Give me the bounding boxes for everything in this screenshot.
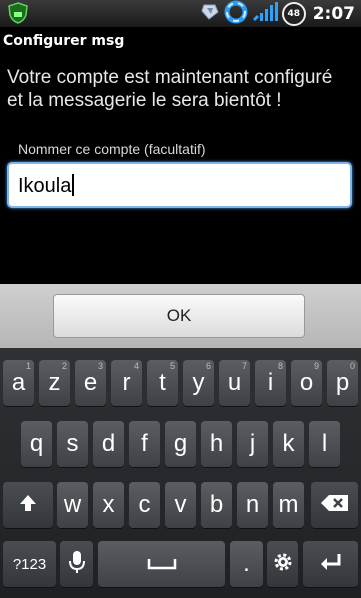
key-q[interactable]: q [21, 421, 52, 467]
signal-strength-icon [252, 1, 278, 26]
settings-key[interactable] [267, 541, 298, 587]
key-b[interactable]: b [201, 482, 232, 528]
clock: 2:07 [312, 3, 355, 24]
key-y[interactable]: y6 [183, 360, 214, 406]
gear-icon [272, 551, 294, 577]
key-k[interactable]: k [273, 421, 304, 467]
key-z[interactable]: z2 [39, 360, 70, 406]
microphone-icon [68, 550, 85, 578]
status-bar: 48 2:07 [0, 0, 361, 27]
battery-level-badge: 48 [281, 1, 306, 26]
key-i[interactable]: i8 [255, 360, 286, 406]
loading-ring-icon [224, 0, 248, 28]
android-shield-icon [7, 2, 29, 24]
key-c[interactable]: c [129, 482, 160, 528]
page-title: Configurer msg [3, 33, 125, 49]
enter-arrow-icon [319, 552, 343, 576]
key-j[interactable]: j [237, 421, 268, 467]
key-g[interactable]: g [165, 421, 196, 467]
key-n[interactable]: n [237, 482, 268, 528]
backspace-icon [320, 493, 350, 517]
account-name-value: Ikoula [18, 175, 72, 197]
soft-keyboard: OK a1 z2 e3 r4 t5 y6 u7 i8 o9 p0 q s d f… [0, 284, 361, 598]
key-s[interactable]: s [57, 421, 88, 467]
key-o[interactable]: o9 [291, 360, 322, 406]
title-bar: Configurer msg [0, 27, 361, 57]
key-a[interactable]: a1 [3, 360, 34, 406]
key-v[interactable]: v [165, 482, 196, 528]
key-e[interactable]: e3 [75, 360, 106, 406]
account-name-input[interactable]: Ikoula [7, 162, 352, 208]
key-w[interactable]: w [57, 482, 88, 528]
ok-button[interactable]: OK [53, 294, 305, 338]
key-u[interactable]: u7 [219, 360, 250, 406]
symbols-key[interactable]: ?123 [3, 541, 56, 587]
enter-key[interactable] [303, 541, 358, 587]
key-f[interactable]: f [129, 421, 160, 467]
confirmation-message: Votre compte est maintenant configuré et… [7, 67, 333, 111]
key-m[interactable]: m [273, 482, 304, 528]
key-t[interactable]: t5 [147, 360, 178, 406]
period-key[interactable]: . [230, 541, 263, 587]
key-l[interactable]: l [309, 421, 340, 467]
key-p[interactable]: p0 [327, 360, 358, 406]
account-name-label: Nommer ce compte (facultatif) [18, 141, 206, 157]
shift-arrow-icon [18, 493, 38, 517]
backspace-key[interactable] [311, 482, 358, 528]
voice-input-key[interactable] [60, 541, 93, 587]
key-d[interactable]: d [93, 421, 124, 467]
key-r[interactable]: r4 [111, 360, 142, 406]
shift-key[interactable] [3, 482, 53, 528]
key-x[interactable]: x [93, 482, 124, 528]
key-h[interactable]: h [201, 421, 232, 467]
sync-icon [200, 2, 220, 26]
space-bar-icon [147, 550, 177, 578]
text-cursor [72, 174, 75, 196]
space-key[interactable] [98, 541, 225, 587]
